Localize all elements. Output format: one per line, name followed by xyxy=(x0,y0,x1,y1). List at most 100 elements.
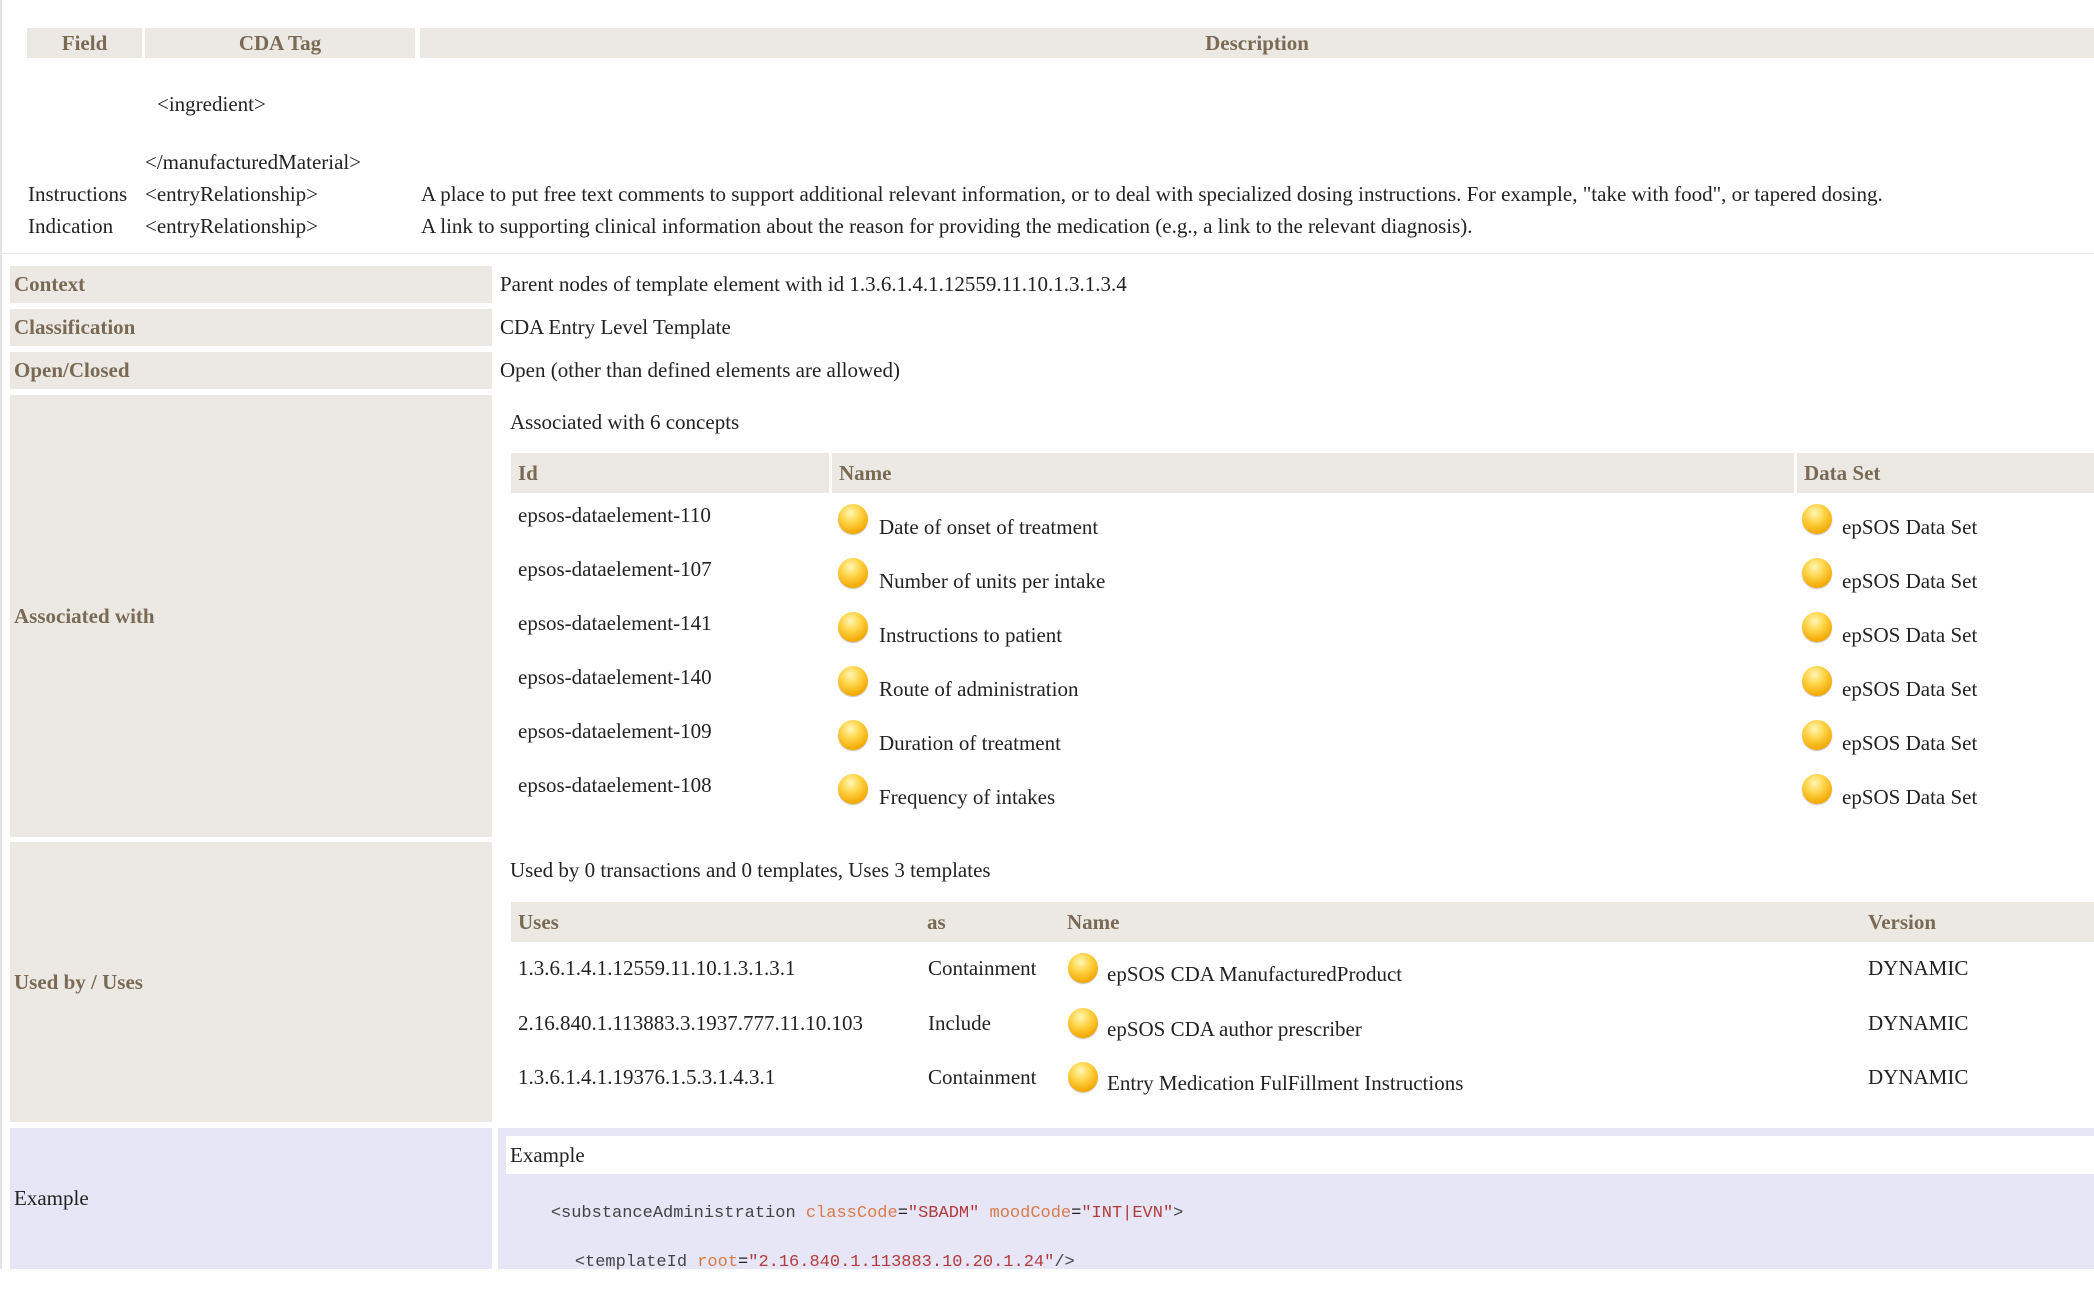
left-border xyxy=(0,0,2,1269)
code-attr: root xyxy=(697,1253,739,1272)
template-icon xyxy=(1068,1008,1098,1044)
dataset-icon xyxy=(1802,774,1832,810)
as-header: as xyxy=(921,902,1061,942)
context-value: Parent nodes of template element with id… xyxy=(500,272,1127,296)
template-id-link[interactable]: 1.3.6.1.4.1.19376.1.5.3.1.4.3.1 xyxy=(518,1065,775,1090)
table-row: epsos-dataelement-110 Date of onset of t… xyxy=(511,500,2094,554)
concept-name-link[interactable]: Frequency of intakes xyxy=(879,785,1055,810)
uses-header: Uses xyxy=(511,902,921,942)
dataset-link[interactable]: epSOS Data Set xyxy=(1842,785,1977,810)
table-row: 1.3.6.1.4.1.19376.1.5.3.1.4.3.1 Containm… xyxy=(511,1062,2094,1116)
concept-id: epsos-dataelement-109 xyxy=(518,719,712,743)
concept-name-link[interactable]: Instructions to patient xyxy=(879,623,1062,648)
table-row: epsos-dataelement-109 Duration of treatm… xyxy=(511,716,2094,770)
code-value: "INT|EVN" xyxy=(1081,1204,1174,1223)
concept-id: epsos-dataelement-141 xyxy=(518,611,712,635)
example-label-cell: Example xyxy=(10,1128,492,1269)
concept-icon xyxy=(838,504,868,540)
template-icon xyxy=(1068,1062,1098,1098)
separator-line xyxy=(0,253,2094,254)
concept-icon xyxy=(838,666,868,702)
concept-icon xyxy=(838,558,868,594)
open-closed-label: Open/Closed xyxy=(10,352,492,389)
used-by-label-text: Used by / Uses xyxy=(14,969,143,994)
dataset-link[interactable]: epSOS Data Set xyxy=(1842,731,1977,756)
field-column-header: Field xyxy=(27,28,142,58)
example-content: Example <substanceAdministration classCo… xyxy=(498,1128,2094,1272)
code-attr: moodCode xyxy=(989,1204,1072,1223)
template-version: DYNAMIC xyxy=(1868,1011,1969,1035)
dataset-icon xyxy=(1802,720,1832,756)
table-row: epsos-dataelement-140 Route of administr… xyxy=(511,662,2094,716)
template-name-link[interactable]: epSOS CDA author prescriber xyxy=(1107,1017,1362,1042)
template-id-link[interactable]: 1.3.6.1.4.1.12559.11.10.1.3.1.3.1 xyxy=(518,956,795,981)
dataset-icon xyxy=(1802,504,1832,540)
dataset-link[interactable]: epSOS Data Set xyxy=(1842,623,1977,648)
table-row: epsos-dataelement-108 Frequency of intak… xyxy=(511,770,2094,824)
template-id-link[interactable]: 2.16.840.1.113883.3.1937.777.11.10.103 xyxy=(518,1011,863,1036)
relation-type: Containment xyxy=(928,1065,1037,1089)
used-by-label: Used by / Uses xyxy=(10,842,492,1122)
open-closed-value: Open (other than defined elements are al… xyxy=(500,358,900,382)
template-version: DYNAMIC xyxy=(1868,956,1969,980)
field-instructions: Instructions xyxy=(28,182,128,206)
concept-name-link[interactable]: Route of administration xyxy=(879,677,1078,702)
description-indication: A link to supporting clinical informatio… xyxy=(421,214,1473,238)
field-indication: Indication xyxy=(28,214,114,238)
assoc-id-header: Id xyxy=(511,453,829,493)
context-label-text: Context xyxy=(14,272,86,296)
template-name-header: Name xyxy=(1061,902,1860,942)
used-by-summary: Used by 0 transactions and 0 templates, … xyxy=(510,858,991,882)
concept-id: epsos-dataelement-110 xyxy=(518,503,711,527)
concept-id: epsos-dataelement-140 xyxy=(518,665,712,689)
dataset-icon xyxy=(1802,666,1832,702)
concept-icon xyxy=(838,612,868,648)
table-row: 2.16.840.1.113883.3.1937.777.11.10.103 I… xyxy=(511,1008,2094,1062)
concept-icon xyxy=(838,774,868,810)
example-code-line-2: <templateId root="2.16.840.1.113883.10.2… xyxy=(574,1253,1075,1272)
dataset-icon xyxy=(1802,612,1832,648)
concept-name-link[interactable]: Number of units per intake xyxy=(879,569,1105,594)
table-row: 1.3.6.1.4.1.12559.11.10.1.3.1.3.1 Contai… xyxy=(511,953,2094,1007)
code-tag-close: /> xyxy=(1054,1253,1075,1272)
code-tag-open: <substanceAdministration xyxy=(550,1204,796,1223)
ingredient-tag: <ingredient> xyxy=(157,92,266,116)
example-label-text: Example xyxy=(14,1186,89,1210)
template-name-link[interactable]: Entry Medication FulFillment Instruction… xyxy=(1107,1071,1463,1096)
table-row: epsos-dataelement-141 Instructions to pa… xyxy=(511,608,2094,662)
template-name-link[interactable]: epSOS CDA ManufacturedProduct xyxy=(1107,962,1402,987)
classification-value: CDA Entry Level Template xyxy=(500,315,731,339)
open-closed-label-text: Open/Closed xyxy=(14,358,130,382)
example-box-title: Example xyxy=(510,1143,585,1167)
version-header: Version xyxy=(1860,902,2094,942)
concept-name-link[interactable]: Date of onset of treatment xyxy=(879,515,1098,540)
example-box-title-bar: Example xyxy=(506,1136,2094,1174)
concept-icon xyxy=(838,720,868,756)
assoc-name-header: Name xyxy=(832,453,1794,493)
code-value: "SBADM" xyxy=(907,1204,980,1223)
dataset-link[interactable]: epSOS Data Set xyxy=(1842,569,1977,594)
dataset-icon xyxy=(1802,558,1832,594)
concept-id: epsos-dataelement-108 xyxy=(518,773,712,797)
relation-type: Include xyxy=(928,1011,991,1035)
code-tag-open: <templateId xyxy=(574,1253,688,1272)
context-label: Context xyxy=(10,266,492,303)
description-column-header: Description xyxy=(420,28,2094,58)
manufactured-material-close-tag: </manufacturedMaterial> xyxy=(145,150,362,174)
dataset-link[interactable]: epSOS Data Set xyxy=(1842,677,1977,702)
concept-id: epsos-dataelement-107 xyxy=(518,557,712,581)
code-value: "2.16.840.1.113883.10.20.1.24" xyxy=(748,1253,1055,1272)
template-icon xyxy=(1068,953,1098,989)
associated-with-label: Associated with xyxy=(10,395,492,837)
tag-instructions: <entryRelationship> xyxy=(145,182,318,206)
tag-indication: <entryRelationship> xyxy=(145,214,318,238)
cda-tag-column-header: CDA Tag xyxy=(145,28,415,58)
concept-name-link[interactable]: Duration of treatment xyxy=(879,731,1061,756)
classification-label: Classification xyxy=(10,309,492,346)
description-instructions: A place to put free text comments to sup… xyxy=(421,182,1883,206)
code-tag-close: > xyxy=(1173,1204,1184,1223)
template-version: DYNAMIC xyxy=(1868,1065,1969,1089)
associated-summary: Associated with 6 concepts xyxy=(510,410,740,434)
assoc-dataset-header: Data Set xyxy=(1797,453,2094,493)
dataset-link[interactable]: epSOS Data Set xyxy=(1842,515,1977,540)
